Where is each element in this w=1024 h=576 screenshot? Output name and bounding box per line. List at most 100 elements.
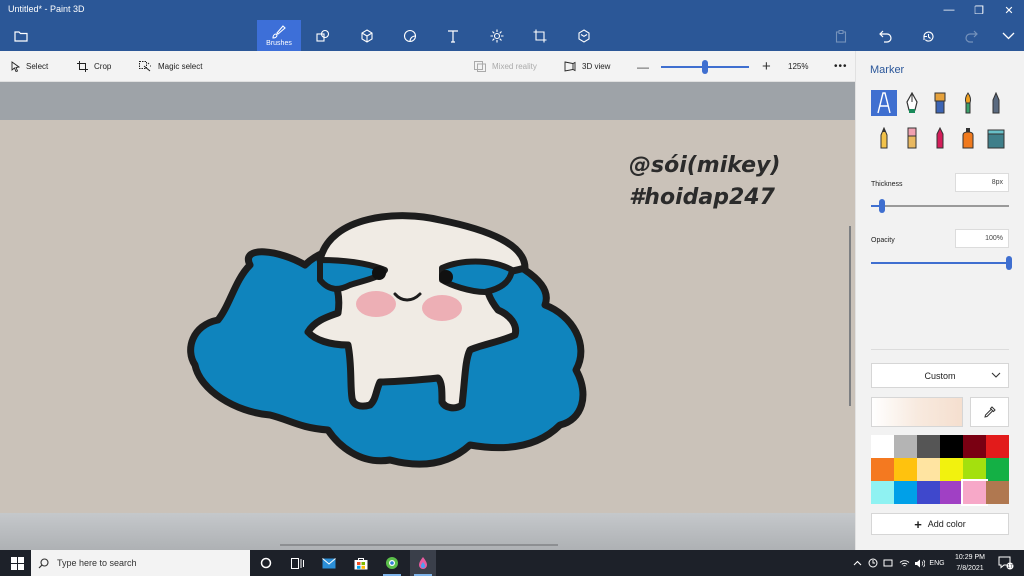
undo-button[interactable] — [872, 25, 898, 47]
zoom-value[interactable]: 125% — [788, 51, 808, 82]
color-swatch[interactable] — [917, 481, 940, 504]
sub-toolbar: Select Crop Magic select Mixed reality 3… — [0, 51, 855, 82]
brush-marker[interactable] — [871, 90, 897, 116]
tray-network[interactable] — [897, 550, 911, 576]
taskbar-store[interactable] — [348, 550, 374, 576]
cortana-button[interactable] — [253, 550, 279, 576]
minus-icon: — — [637, 59, 649, 74]
close-button[interactable]: ✕ — [994, 0, 1024, 20]
text-icon — [448, 29, 458, 43]
thickness-label: Thickness — [871, 181, 903, 188]
vertical-scrollbar[interactable] — [849, 226, 851, 406]
color-swatch[interactable] — [961, 479, 988, 506]
tab-3d-shapes[interactable] — [345, 20, 389, 51]
color-swatch[interactable] — [986, 435, 1009, 458]
tab-brushes[interactable]: Brushes — [257, 20, 301, 51]
tab-canvas[interactable] — [518, 20, 562, 51]
color-swatch[interactable] — [871, 458, 894, 481]
effects-icon — [490, 29, 504, 42]
expand-button[interactable] — [995, 25, 1021, 47]
brush-watercolor[interactable] — [955, 90, 981, 116]
color-swatch[interactable] — [894, 458, 917, 481]
more-options-button[interactable]: ••• — [834, 51, 848, 82]
brush-pixel-pen[interactable] — [983, 90, 1009, 116]
horizontal-scrollbar[interactable] — [280, 544, 558, 546]
mixed-reality-button[interactable]: Mixed reality — [474, 51, 537, 82]
color-swatch[interactable] — [871, 481, 894, 504]
color-swatch[interactable] — [963, 458, 986, 481]
color-swatch[interactable] — [940, 458, 963, 481]
tray-overflow-button[interactable] — [850, 550, 864, 576]
start-button[interactable] — [4, 550, 30, 576]
taskbar-mail[interactable] — [316, 550, 342, 576]
eyedropper-icon — [983, 406, 996, 418]
color-swatch[interactable] — [894, 435, 917, 458]
paste-button[interactable] — [828, 25, 854, 47]
brush-crayon[interactable] — [927, 125, 953, 151]
color-swatch[interactable] — [917, 435, 940, 458]
tab-effects[interactable] — [475, 20, 519, 51]
maximize-button[interactable]: ❐ — [964, 0, 994, 20]
color-swatch[interactable] — [963, 435, 986, 458]
menu-button[interactable] — [8, 25, 34, 47]
zoom-out-button[interactable]: — — [637, 51, 649, 82]
zoom-in-button[interactable]: + — [762, 51, 771, 82]
add-color-button[interactable]: + Add color — [871, 513, 1009, 535]
select-button[interactable]: Select — [11, 51, 48, 82]
color-swatch[interactable] — [986, 458, 1009, 481]
tray-volume[interactable] — [912, 550, 926, 576]
color-swatch[interactable] — [917, 458, 940, 481]
taskbar-search[interactable]: Type here to search — [31, 550, 250, 576]
color-swatch[interactable] — [940, 481, 963, 504]
current-color-swatch[interactable] — [871, 397, 963, 427]
pixel-pen-icon — [992, 92, 1000, 114]
zoom-slider-thumb[interactable] — [702, 60, 708, 74]
minimize-button[interactable]: — — [934, 0, 964, 20]
color-swatch[interactable] — [940, 435, 963, 458]
opacity-input[interactable]: 100% — [955, 229, 1009, 248]
3d-view-label: 3D view — [582, 62, 611, 71]
tray-antivirus[interactable] — [866, 550, 880, 576]
panel-divider — [871, 349, 1009, 350]
brush-pencil[interactable] — [871, 125, 897, 151]
crop-button[interactable]: Crop — [77, 51, 111, 82]
pencil-icon — [880, 127, 888, 149]
tab-stickers[interactable] — [388, 20, 432, 51]
cursor-icon — [11, 61, 20, 72]
taskbar-clock[interactable]: 10:29 PM 7/8/2021 — [948, 552, 992, 574]
redo-button[interactable] — [958, 25, 984, 47]
color-swatch[interactable] — [871, 435, 894, 458]
taskbar-browser[interactable] — [379, 550, 405, 576]
history-button[interactable] — [915, 25, 941, 47]
thickness-slider-thumb[interactable] — [879, 199, 886, 213]
taskbar-paint-3d[interactable] — [410, 550, 436, 576]
color-swatch[interactable] — [986, 481, 1009, 504]
opacity-slider-thumb[interactable] — [1006, 256, 1012, 270]
task-view-button[interactable] — [284, 550, 310, 576]
action-center-button[interactable]: 17 — [996, 550, 1016, 576]
tab-2d-shapes[interactable] — [301, 20, 345, 51]
tray-device[interactable] — [881, 550, 895, 576]
tab-text[interactable] — [431, 20, 475, 51]
plus-icon: + — [914, 516, 922, 532]
color-swatch[interactable] — [894, 481, 917, 504]
eyedropper-button[interactable] — [970, 397, 1009, 427]
tab-3d-library[interactable] — [562, 20, 606, 51]
chevron-up-icon — [853, 560, 861, 566]
color-mode-dropdown[interactable]: Custom — [871, 363, 1009, 388]
magic-select-button[interactable]: Magic select — [139, 51, 202, 82]
chevron-down-icon — [1002, 32, 1014, 40]
thickness-input[interactable]: 8px — [955, 173, 1009, 192]
3d-view-button[interactable]: 3D view — [564, 51, 610, 82]
window-title: Untitled* - Paint 3D — [8, 4, 85, 14]
brush-fill[interactable] — [983, 125, 1009, 151]
redo-icon — [964, 30, 978, 43]
2d-shapes-icon — [316, 29, 330, 42]
brush-spray-can[interactable] — [955, 125, 981, 151]
tray-language[interactable]: ENG — [927, 550, 947, 576]
thickness-slider-track[interactable] — [871, 205, 1009, 207]
brush-calligraphy-pen[interactable] — [899, 90, 925, 116]
brush-eraser[interactable] — [899, 125, 925, 151]
canvas-icon — [533, 29, 547, 42]
brush-oil[interactable] — [927, 90, 953, 116]
